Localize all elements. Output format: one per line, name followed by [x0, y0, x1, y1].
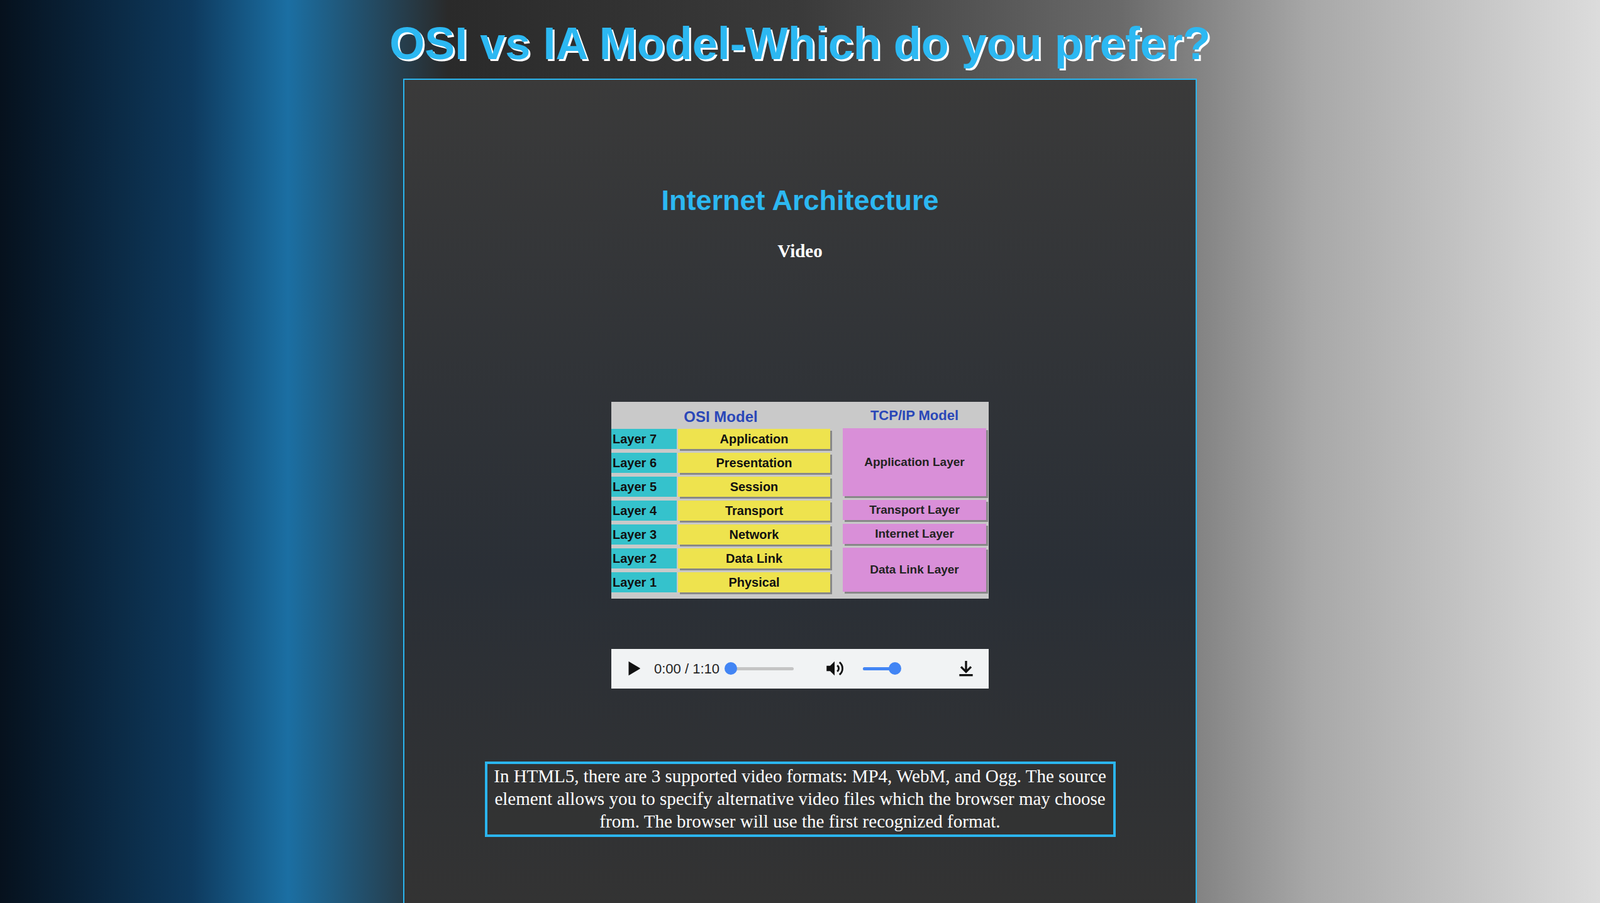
osi-layer: Layer 6Presentation [611, 452, 831, 473]
layer-number: Layer 3 [611, 524, 677, 545]
osi-layer: Layer 3Network [611, 524, 831, 545]
osi-layer: Layer 4Transport [611, 500, 831, 521]
tcpip-title: TCP/IP Model [842, 406, 987, 426]
panel-subheading: Video [777, 240, 823, 263]
layer-number: Layer 1 [611, 572, 677, 593]
layer-name: Session [677, 476, 831, 497]
osi-layer: Layer 2Data Link [611, 548, 831, 569]
layer-number: Layer 5 [611, 476, 677, 497]
layer-number: Layer 4 [611, 500, 677, 521]
time-display: 0:00 / 1:10 [654, 658, 720, 680]
osi-column: OSI ModelLayer 7ApplicationLayer 6Presen… [611, 406, 831, 593]
play-icon[interactable] [623, 659, 643, 678]
layer-name: Application [677, 428, 831, 450]
speaker-icon[interactable] [823, 657, 846, 680]
osi-diagram: OSI ModelLayer 7ApplicationLayer 6Presen… [611, 401, 989, 599]
layer-name: Physical [677, 572, 831, 593]
tcpip-layer: Internet Layer [842, 523, 987, 545]
tcpip-layers: Application Layer Transport LayerInternet… [842, 428, 987, 592]
main-panel: Internet ArchitectureVideoOSI ModelLayer… [403, 78, 1197, 903]
tcpip-layer: Data Link Layer [842, 547, 987, 592]
tcpip-layer: Transport Layer [842, 500, 987, 521]
layer-name: Network [677, 524, 831, 545]
layer-number: Layer 2 [611, 548, 677, 569]
page-title: OSI vs IA Model-Which do you prefer? [389, 0, 1211, 79]
download-icon[interactable] [955, 658, 977, 679]
progress-knob[interactable] [724, 662, 738, 675]
audio-player: 0:00 / 1:10 [611, 649, 989, 689]
panel-heading: Internet Architecture [661, 183, 939, 218]
progress-track[interactable] [730, 667, 794, 671]
osi-layer: Layer 5Session [611, 476, 831, 497]
osi-title: OSI Model [611, 406, 831, 427]
volume-track[interactable] [862, 667, 901, 671]
volume-knob[interactable] [888, 662, 902, 675]
layer-number: Layer 6 [611, 452, 677, 473]
tcpip-column: TCP/IP ModelApplication Layer Transport L… [842, 406, 987, 593]
tcpip-layer: Application Layer [842, 428, 987, 497]
caption: In HTML5, there are 3 supported video fo… [484, 761, 1116, 838]
layer-name: Presentation [677, 452, 831, 473]
layer-number: Layer 7 [611, 428, 677, 450]
layer-name: Transport [677, 500, 831, 521]
osi-layers: Layer 7ApplicationLayer 6PresentationLay… [611, 428, 831, 593]
layer-name: Data Link [677, 548, 831, 569]
osi-layer: Layer 7Application [611, 428, 831, 450]
osi-layer: Layer 1Physical [611, 572, 831, 593]
